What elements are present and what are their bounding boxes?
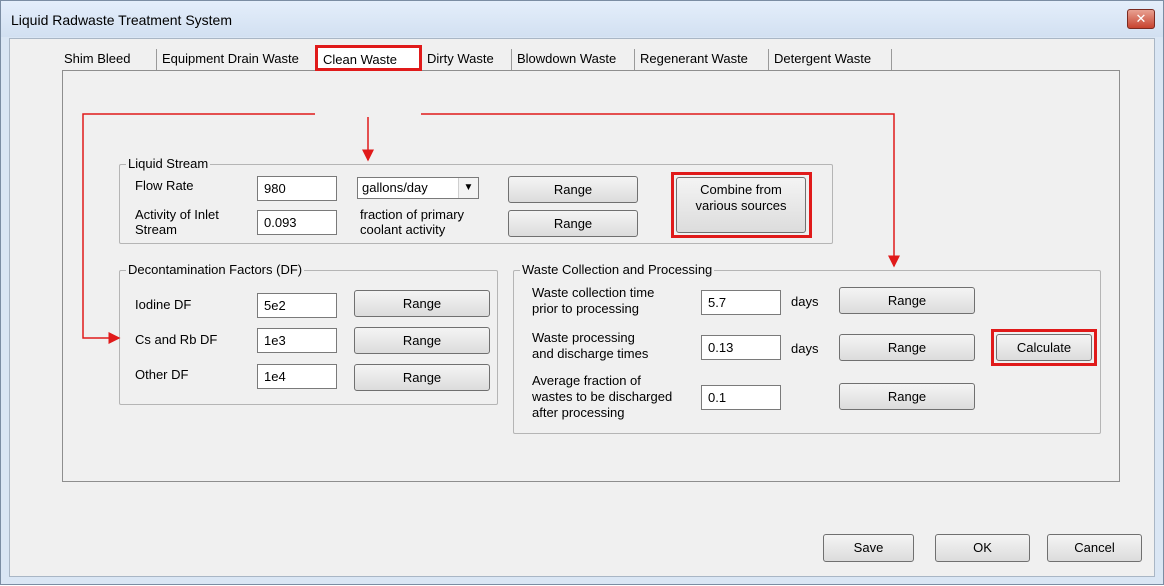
other-df-range-button[interactable]: Range <box>354 364 490 391</box>
activity-input[interactable]: 0.093 <box>257 210 337 235</box>
cancel-button[interactable]: Cancel <box>1047 534 1142 562</box>
activity-unit-line2: coolant activity <box>360 222 446 237</box>
chevron-down-icon[interactable]: ▼ <box>458 178 478 198</box>
cs-rb-df-range-button[interactable]: Range <box>354 327 490 354</box>
iodine-df-input[interactable]: 5e2 <box>257 293 337 318</box>
tab-equipment-drain-waste[interactable]: Equipment Drain Waste <box>157 49 317 71</box>
flow-rate-unit-value: gallons/day <box>362 180 428 195</box>
tab-shim-bleed[interactable]: Shim Bleed <box>59 49 157 71</box>
tab-detergent-waste[interactable]: Detergent Waste <box>769 49 892 71</box>
close-button[interactable]: ✕ <box>1127 9 1155 29</box>
processing-label-line1: Waste processing <box>532 330 635 345</box>
activity-label-line2: Stream <box>135 222 177 237</box>
fraction-label-line2: wastes to be discharged <box>532 389 673 404</box>
save-button[interactable]: Save <box>823 534 914 562</box>
cs-rb-df-label: Cs and Rb DF <box>135 332 218 347</box>
collection-time-input[interactable]: 5.7 <box>701 290 781 315</box>
processing-range-button[interactable]: Range <box>839 334 975 361</box>
activity-label-line1: Activity of Inlet <box>135 207 219 222</box>
processing-time-input[interactable]: 0.13 <box>701 335 781 360</box>
window-title: Liquid Radwaste Treatment System <box>11 12 232 28</box>
flow-rate-unit-select[interactable]: gallons/day ▼ <box>357 177 479 199</box>
title-bar: Liquid Radwaste Treatment System ✕ <box>1 1 1163 37</box>
collection-range-button[interactable]: Range <box>839 287 975 314</box>
collection-label-line1: Waste collection time <box>532 285 655 300</box>
liquid-stream-title: Liquid Stream <box>126 156 211 171</box>
tab-dirty-waste[interactable]: Dirty Waste <box>422 49 512 71</box>
combine-highlight-box <box>671 172 812 238</box>
tab-clean-waste[interactable]: Clean Waste <box>315 45 422 71</box>
fraction-input[interactable]: 0.1 <box>701 385 781 410</box>
activity-unit-line1: fraction of primary <box>360 207 465 222</box>
collection-label-line2: prior to processing <box>532 301 639 316</box>
flow-rate-range-button[interactable]: Range <box>508 176 638 203</box>
processing-label-line2: and discharge times <box>532 346 649 361</box>
activity-range-button[interactable]: Range <box>508 210 638 237</box>
fraction-range-button[interactable]: Range <box>839 383 975 410</box>
other-df-label: Other DF <box>135 367 189 382</box>
cs-rb-df-input[interactable]: 1e3 <box>257 328 337 353</box>
iodine-df-range-button[interactable]: Range <box>354 290 490 317</box>
waste-title: Waste Collection and Processing <box>520 262 715 277</box>
dialog-window: Liquid Radwaste Treatment System ✕ Shim … <box>0 0 1164 585</box>
collection-unit: days <box>791 294 819 309</box>
ok-button[interactable]: OK <box>935 534 1030 562</box>
fraction-label-line3: after processing <box>532 405 625 420</box>
flow-rate-input[interactable]: 980 <box>257 176 337 201</box>
tab-regenerant-waste[interactable]: Regenerant Waste <box>635 49 769 71</box>
flow-rate-label: Flow Rate <box>135 178 194 193</box>
iodine-df-label: Iodine DF <box>135 297 192 312</box>
tab-blowdown-waste[interactable]: Blowdown Waste <box>512 49 635 71</box>
calculate-highlight-box <box>991 329 1097 366</box>
processing-unit: days <box>791 341 819 356</box>
df-title: Decontamination Factors (DF) <box>126 262 305 277</box>
fraction-label-line1: Average fraction of <box>532 373 641 388</box>
other-df-input[interactable]: 1e4 <box>257 364 337 389</box>
